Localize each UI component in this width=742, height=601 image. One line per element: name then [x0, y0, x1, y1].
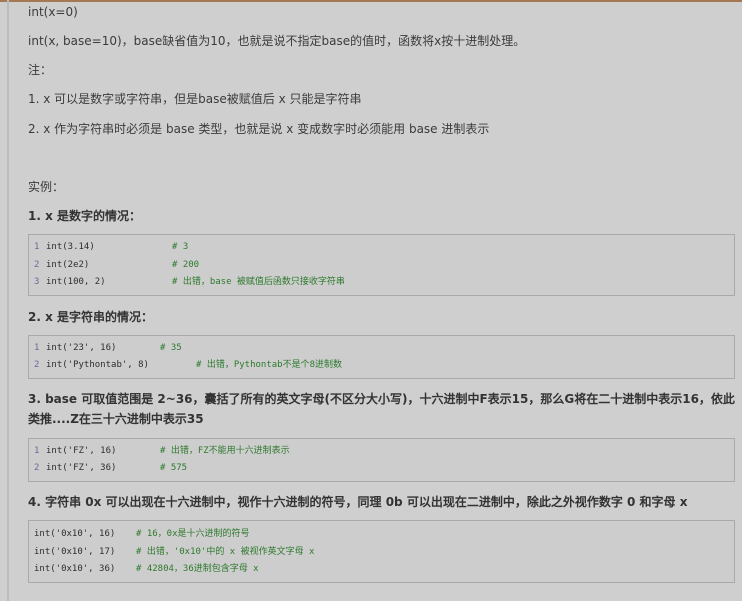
code-comment: # 575 [160, 463, 188, 473]
line-number: 2 [34, 260, 40, 270]
code-comment: # 200 [172, 260, 200, 270]
section-1-heading: 1. x 是数字的情况： [28, 209, 142, 223]
code-line: int('0x10', 36) [34, 563, 115, 575]
code-text: int('Pythontab', 8) [46, 360, 149, 370]
code-block-2: 1 int('23', 16) # 35 2 int('Pythontab', 8)… [28, 335, 735, 379]
line-number: 1 [34, 446, 40, 456]
left-rule [7, 0, 9, 601]
code-line: 2 int('Pythontab', 8) [34, 359, 149, 371]
code-line: 3 int(100, 2) [34, 276, 106, 288]
code-line: 2 int('FZ', 36) [34, 462, 116, 474]
intro-line-1: int(x=0) [28, 5, 78, 19]
code-block-4: int('0x10', 16) # 16，0x是十六进制的符号 int('0x1… [28, 520, 735, 583]
section-3-heading: 3. base 可取值范围是 2~36，囊括了所有的英文字母(不区分大小写)，十… [28, 392, 735, 426]
example-label: 实例： [28, 180, 65, 194]
code-line: 1 int(3.14) [34, 241, 95, 253]
code-text: int(2e2) [46, 260, 90, 270]
top-border [0, 0, 742, 2]
code-comment: # 3 [172, 242, 189, 252]
code-line: int('0x10', 17) [34, 546, 115, 558]
code-line: 1 int('FZ', 16) [34, 445, 116, 457]
note-1: 1. x 可以是数字或字符串，但是base被赋值后 x 只能是字符串 [28, 92, 362, 106]
intro-line-2: int(x, base=10)，base缺省值为10，也就是说不指定base的值… [28, 34, 526, 48]
line-number: 1 [34, 242, 40, 252]
note-2: 2. x 作为字符串时必须是 base 类型，也就是说 x 变成数字时必须能用 … [28, 122, 490, 136]
code-text: int(100, 2) [46, 277, 106, 287]
code-comment: # 16，0x是十六进制的符号 [136, 529, 250, 539]
code-line: 2 int(2e2) [34, 259, 89, 271]
code-line: int('0x10', 16) [34, 528, 115, 540]
section-4-heading: 4. 字符串 0x 可以出现在十六进制中，视作十六进制的符号，同理 0b 可以出… [28, 495, 688, 509]
code-text: int('0x10', 17) [34, 547, 116, 557]
line-number: 1 [34, 343, 40, 353]
line-number: 3 [34, 277, 40, 287]
code-line: 1 int('23', 16) [34, 342, 116, 354]
line-number: 2 [34, 360, 40, 370]
code-text: int('23', 16) [46, 343, 117, 353]
line-number: 2 [34, 463, 40, 473]
code-block-3: 1 int('FZ', 16) # 出错，FZ不能用十六进制表示 2 int('FZ… [28, 438, 735, 482]
code-text: int('FZ', 16) [46, 446, 117, 456]
note-label: 注： [28, 63, 53, 77]
section-2-heading: 2. x 是字符串的情况： [28, 310, 154, 324]
code-comment: # 出错，base 被赋值后函数只接收字符串 [172, 277, 345, 287]
code-text: int('FZ', 36) [46, 463, 117, 473]
code-comment: # 35 [160, 343, 182, 353]
code-text: int('0x10', 16) [34, 529, 116, 539]
code-text: int('0x10', 36) [34, 564, 116, 574]
code-comment: # 出错，'0x10'中的 x 被视作英文字母 x [136, 547, 315, 557]
code-comment: # 出错，Pythontab不是个8进制数 [196, 360, 343, 370]
code-text: int(3.14) [46, 242, 95, 252]
code-comment: # 出错，FZ不能用十六进制表示 [160, 446, 290, 456]
code-block-1: 1 int(3.14) # 3 2 int(2e2) # 200 3 int(100,… [28, 234, 735, 296]
code-comment: # 42804，36进制包含字母 x [136, 564, 259, 574]
